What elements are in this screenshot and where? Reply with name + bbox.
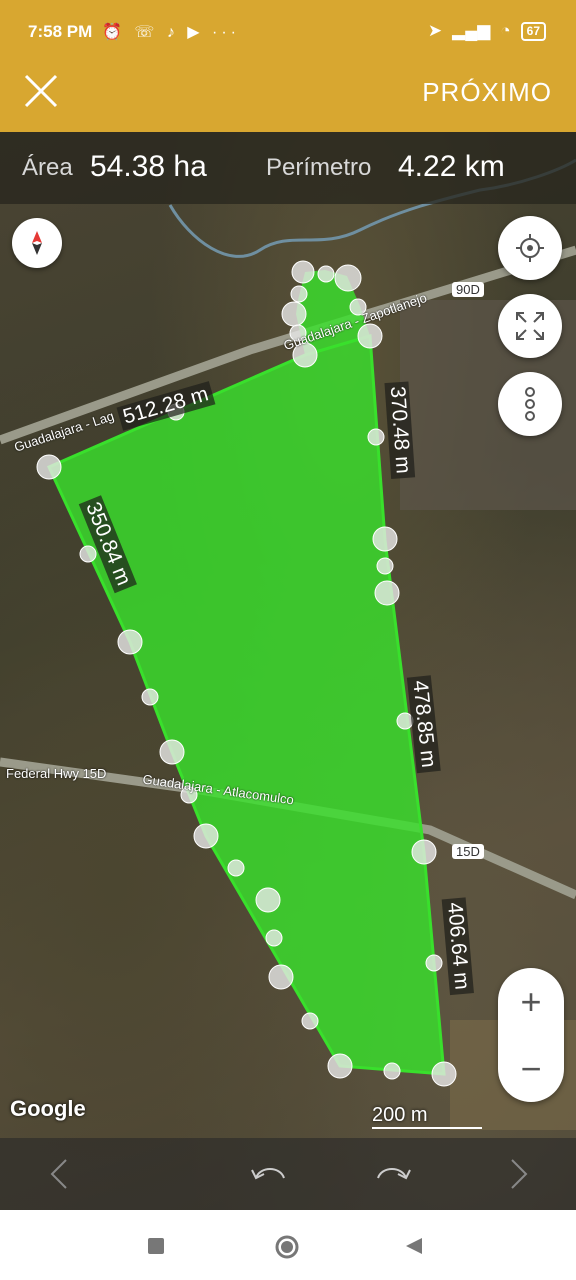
redo-icon[interactable] <box>372 1160 412 1186</box>
notification-icons: ⏰ ☏ ♪ ▶ ··· <box>102 24 240 41</box>
zoom-in-button[interactable]: + <box>498 968 564 1035</box>
recent-apps-icon[interactable] <box>148 1238 164 1254</box>
area-polygon[interactable] <box>46 334 446 1076</box>
status-bar: 7:58 PM ⏰ ☏ ♪ ▶ ··· ➤ ▂▄▆ ◔ 67 <box>0 0 576 50</box>
compass-icon <box>32 231 42 255</box>
more-notifications: ··· <box>212 24 240 41</box>
area-value: 54.38 ha <box>90 150 207 183</box>
back-icon[interactable] <box>404 1236 424 1256</box>
next-icon[interactable] <box>506 1158 530 1190</box>
status-time: 7:58 PM <box>28 22 93 41</box>
satellite-map[interactable]: Guadalajara - Lag Guadalajara - Zapotlan… <box>0 132 576 1210</box>
signal-icon: ▂▄▆ <box>452 21 491 40</box>
location-icon: ➤ <box>427 21 443 40</box>
highway-shield-15d: 15D <box>452 844 484 859</box>
compass-button[interactable] <box>12 218 62 268</box>
previous-icon[interactable] <box>48 1158 72 1190</box>
zoom-out-button[interactable]: − <box>498 1035 564 1102</box>
fit-bounds-button[interactable] <box>498 294 562 358</box>
perimeter-label: Perímetro <box>266 154 372 181</box>
crosshair-icon <box>516 234 544 262</box>
area-label: Área <box>22 154 73 181</box>
undo-icon[interactable] <box>250 1160 290 1186</box>
measurement-bar: Área 54.38 ha Perímetro 4.22 km <box>0 132 576 204</box>
expand-icon <box>516 312 544 340</box>
my-location-button[interactable] <box>498 216 562 280</box>
map-overlay <box>0 158 576 1130</box>
top-toolbar: PRÓXIMO <box>0 50 576 132</box>
map-attribution: Google <box>10 1096 86 1121</box>
edit-action-bar <box>0 1138 576 1210</box>
close-icon[interactable] <box>20 70 62 112</box>
more-options-button[interactable] <box>498 372 562 436</box>
highway-shield-90d: 90D <box>452 282 484 297</box>
system-nav-bar <box>0 1210 576 1280</box>
home-icon[interactable] <box>274 1234 300 1260</box>
perimeter-value: 4.22 km <box>398 150 505 183</box>
wifi-icon: ◔ <box>500 21 511 40</box>
battery-icon: 67 <box>520 21 546 41</box>
next-button[interactable]: PRÓXIMO <box>422 77 552 108</box>
system-icons: ➤ ▂▄▆ ◔ 67 <box>428 21 546 41</box>
map-scale: 200 m <box>372 1104 482 1129</box>
road-label: Federal Hwy 15D <box>6 766 107 781</box>
vertical-dots-icon <box>525 387 535 421</box>
zoom-control: + − <box>498 968 564 1102</box>
